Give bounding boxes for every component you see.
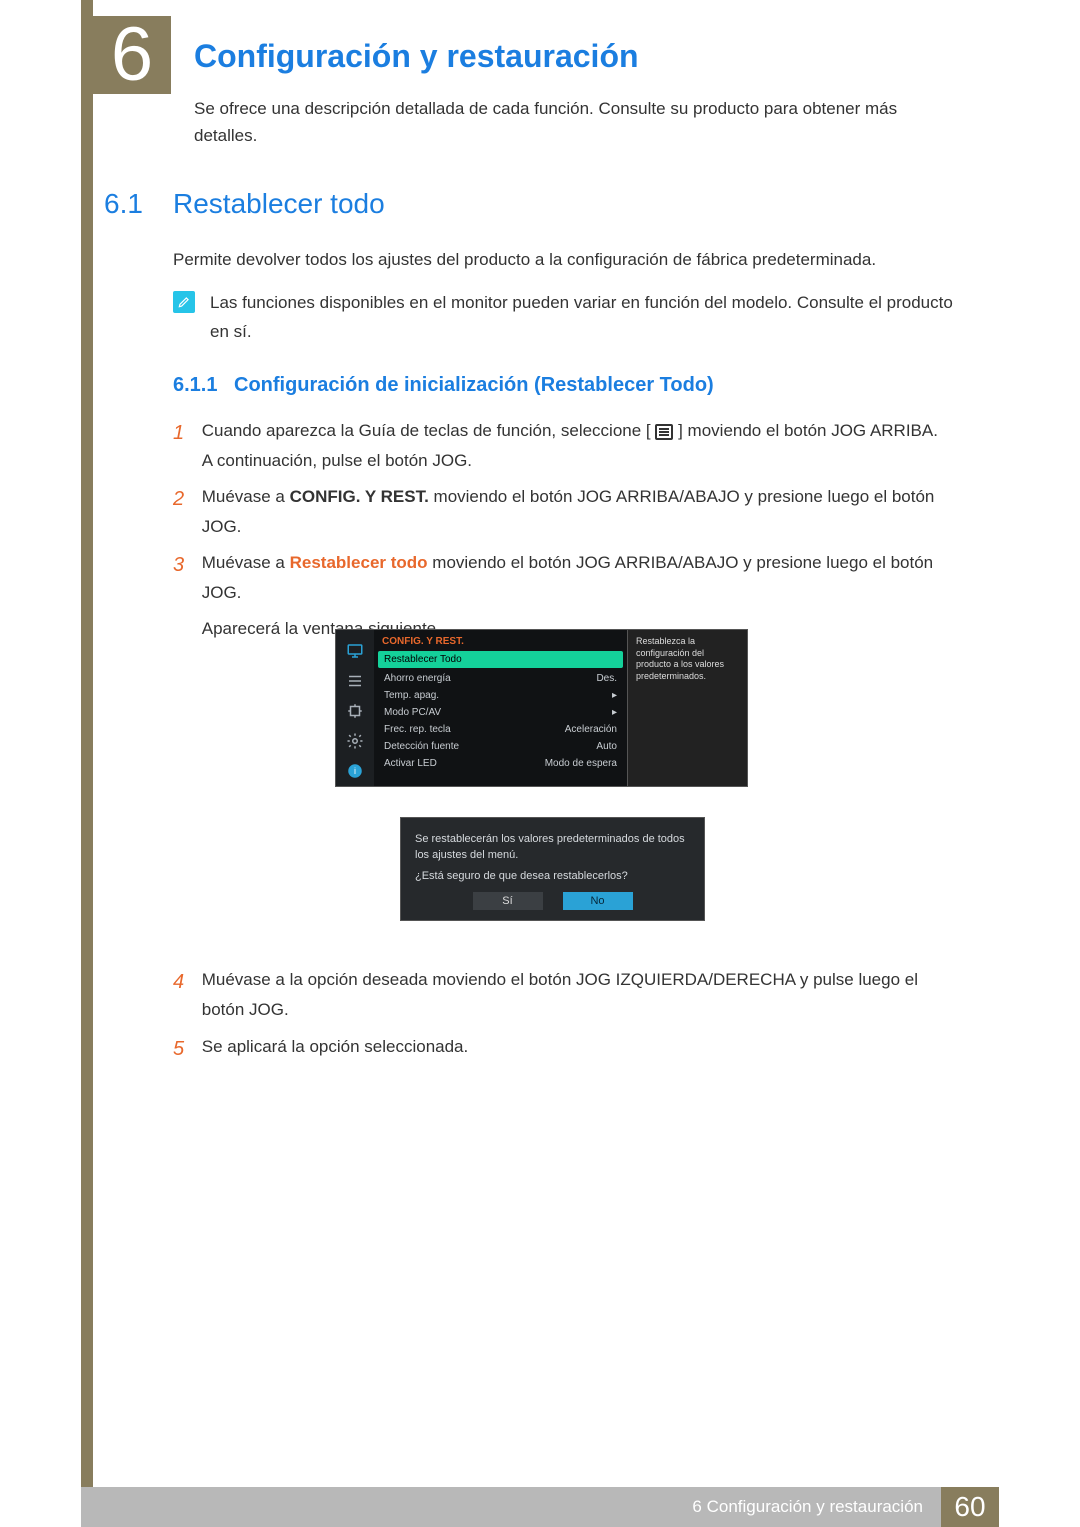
step-1-number: 1 (173, 416, 197, 451)
note-icon (173, 291, 195, 313)
step-4: 4 Muévase a la opción deseada moviendo e… (173, 965, 963, 1025)
step-3-text-a: Muévase a (202, 553, 290, 572)
note-text: Las funciones disponibles en el monitor … (210, 289, 970, 347)
osd-monitor-icon (342, 638, 368, 664)
osd-info-icon: i (342, 758, 368, 784)
step-4-text: Muévase a la opción deseada moviendo el … (202, 965, 952, 1025)
osd-row-keyrepeat: Frec. rep. teclaAceleración (374, 721, 627, 738)
step-5-text: Se aplicará la opción seleccionada. (202, 1032, 952, 1062)
step-2: 2 Muévase a CONFIG. Y REST. moviendo el … (173, 482, 963, 542)
osd-confirm-dialog: Se restablecerán los valores predetermin… (400, 817, 705, 921)
osd-row-sourcedetect: Detección fuenteAuto (374, 738, 627, 755)
footer-page-number: 60 (941, 1487, 999, 1527)
osd-row-off-timer: Temp. apag.▸ (374, 687, 627, 704)
osd-gear-icon (342, 728, 368, 754)
svg-text:i: i (354, 766, 356, 776)
step-1-text-a: Cuando aparezca la Guía de teclas de fun… (202, 421, 651, 440)
step-4-number: 4 (173, 965, 197, 1000)
osd-list-icon (342, 668, 368, 694)
step-2-text-a: Muévase a (202, 487, 290, 506)
step-3-number: 3 (173, 548, 197, 583)
chapter-number-box: 6 (93, 16, 171, 94)
osd-screenshot: i CONFIG. Y REST. Restablecer Todo Ahorr… (335, 629, 748, 921)
section-number: 6.1 (104, 188, 143, 220)
chapter-intro: Se ofrece una descripción detallada de c… (194, 95, 934, 149)
subsection-title: Configuración de inicialización (Restabl… (234, 374, 714, 397)
step-5-number: 5 (173, 1032, 197, 1067)
osd-dialog-no-button: No (563, 892, 633, 910)
osd-dialog-yes-button: Sí (473, 892, 543, 910)
footer-chapter-label: 6 Configuración y restauración (674, 1487, 941, 1527)
chapter-title: Configuración y restauración (194, 38, 639, 75)
osd-dialog-message: Se restablecerán los valores predetermin… (415, 832, 690, 864)
step-3-bold: Restablecer todo (290, 553, 428, 572)
osd-row-energy: Ahorro energíaDes. (374, 670, 627, 687)
osd-tooltip: Restablezca la configuración del product… (627, 630, 747, 786)
osd-dialog-question: ¿Está seguro de que desea restablecerlos… (415, 870, 690, 882)
step-2-number: 2 (173, 482, 197, 517)
step-1: 1 Cuando aparezca la Guía de teclas de f… (173, 416, 963, 476)
step-5: 5 Se aplicará la opción seleccionada. (173, 1032, 963, 1067)
section-title: Restablecer todo (173, 188, 385, 220)
osd-size-icon (342, 698, 368, 724)
menu-icon (655, 424, 673, 440)
subsection-number: 6.1.1 (173, 374, 217, 397)
side-accent-bar (81, 0, 93, 1487)
step-2-bold: CONFIG. Y REST. (290, 487, 429, 506)
osd-row-pcav: Modo PC/AV▸ (374, 704, 627, 721)
section-description: Permite devolver todos los ajustes del p… (173, 250, 963, 270)
osd-row-led: Activar LEDModo de espera (374, 755, 627, 772)
osd-menu-header: CONFIG. Y REST. (374, 630, 627, 649)
osd-icon-column: i (336, 630, 374, 786)
osd-row-reset: Restablecer Todo (378, 651, 623, 668)
footer-bar: 6 Configuración y restauración 60 (81, 1487, 999, 1527)
osd-menu: CONFIG. Y REST. Restablecer Todo Ahorro … (374, 630, 627, 786)
